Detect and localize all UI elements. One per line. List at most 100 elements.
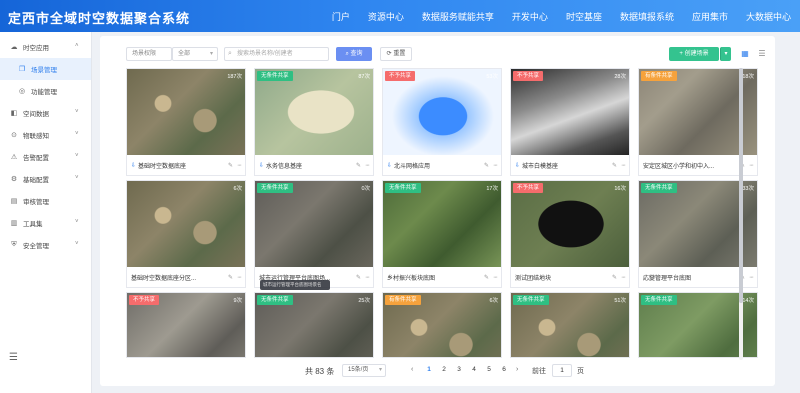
scrollbar-thumb[interactable] [739,68,743,303]
view-count: 6次 [233,186,242,192]
filter-select[interactable]: 全部 ▾ [172,47,218,61]
nav-item[interactable]: 门户 [323,10,359,23]
main-panel: 场景权限 全部 ▾ ⌕ 搜索场景名称/创建者 ⌕ 查询 ⟳ 重置 + 创建场景 … [100,36,775,386]
scene-card[interactable]: 无条件共享 25次 [254,292,374,358]
scene-card[interactable]: 无条件共享 17次 乡村振兴板块底图 ✎ ··· [382,180,502,288]
create-dropdown-button[interactable]: ▾ [720,47,731,61]
view-count: 28次 [614,74,626,80]
scene-card[interactable]: 不予共享 16次 测试团结地块 ✎ ··· [510,180,630,288]
nav-item[interactable]: 大数据中心 [737,10,800,23]
scene-card[interactable]: 无条件共享 51次 [510,292,630,358]
sidebar-item[interactable]: ▥ 工具集 ˅ [0,212,91,234]
scene-card[interactable]: 有条件共享 6次 [382,292,502,358]
edit-icon[interactable]: ✎ [227,274,234,281]
more-icon[interactable]: ··· [746,162,756,169]
scene-card[interactable]: 无条件共享 87次 ⇩ 水务信息基座 ✎ ··· [254,68,374,176]
sidebar-item[interactable]: ◎ 功能管理 [0,80,91,102]
scene-thumbnail [127,181,245,267]
more-icon[interactable]: ··· [618,162,628,169]
sidebar-item[interactable]: ◧ 空间数据 ˅ [0,102,91,124]
card-info: 乡村振兴板块底图 ✎ ··· [383,267,501,287]
toolbox-icon: ▥ [10,220,18,227]
page-size-select[interactable]: 15条/页 ▾ [342,364,386,377]
scrollbar[interactable] [739,68,743,360]
search-button-label: 查询 [350,51,363,57]
more-icon[interactable]: ··· [490,274,500,281]
view-count: 87次 [358,74,370,80]
next-page-icon[interactable]: › [516,366,518,373]
pin-icon: ⇩ [515,162,521,169]
pagination: 共 83 条 15条/页 ▾ ‹ 123456 › 前往 1 页 [100,362,775,380]
page-number[interactable]: 6 [499,366,509,373]
sidebar-item[interactable]: ⚙ 基础配置 ˅ [0,168,91,190]
view-count: 51次 [614,298,626,304]
collapse-menu-icon[interactable]: ☰ [9,353,21,363]
scene-name: 乡村振兴板块底图 [387,275,436,282]
sidebar-item[interactable]: ⛨ 安全管理 ˅ [0,234,91,256]
nav-item[interactable]: 开发中心 [503,10,557,23]
nav-item[interactable]: 数据填报系统 [611,10,683,23]
chevron-down-icon: ˅ [75,219,79,225]
share-badge: 不予共享 [513,71,544,81]
edit-icon[interactable]: ✎ [355,162,362,169]
chevron-down-icon: ˅ [75,175,79,181]
pin-icon: ⇩ [259,162,265,169]
card-info: ⇩ 城市白模基座 ✎ ··· [511,155,629,175]
top-header: 定西市全域时空数据聚合系统 门户 资源中心 数据服务赋能共享 开发中心 时空基座 数据填报… [0,0,800,32]
share-badge: 无条件共享 [257,295,293,305]
scene-card[interactable]: 不予共享 28次 ⇩ 城市白模基座 ✎ ··· [510,68,630,176]
scene-card[interactable]: 无条件共享 0次 城市运行管理平台底图场... ✎ ··· [254,180,374,288]
page-number[interactable]: 5 [484,366,494,373]
scene-card[interactable]: 不予共享 53次 ⇩ 北斗网格应用 ✎ ··· [382,68,502,176]
sidebar-item-label: 工具集 [23,221,43,228]
scene-card[interactable]: 187次 ⇩ 基础时空数据底座 ✎ ··· [126,68,246,176]
edit-icon[interactable]: ✎ [227,162,234,169]
page-number[interactable]: 3 [454,366,464,373]
page-number[interactable]: 2 [439,366,449,373]
page-number[interactable]: 4 [469,366,479,373]
sidebar-item[interactable]: ⚠ 告警配置 ˅ [0,146,91,168]
reset-button[interactable]: ⟳ 重置 [380,47,412,61]
scene-thumbnail [511,181,629,267]
sidebar-item[interactable]: ☁ 时空应用 ˄ [0,36,91,58]
scene-card[interactable]: 6次基础时空数据底座分区... ✎ ··· [126,180,246,288]
edit-icon[interactable]: ✎ [611,274,618,281]
prev-page-icon[interactable]: ‹ [411,366,413,373]
grid-view-icon[interactable]: ▦ [740,49,750,59]
list-view-icon[interactable]: ☰ [757,49,767,59]
shield-icon: ⛨ [11,241,17,248]
scene-thumbnail [383,69,501,155]
nav-item[interactable]: 应用集市 [683,10,737,23]
share-badge: 不予共享 [129,295,160,305]
more-icon[interactable]: ··· [618,274,628,281]
create-scene-button[interactable]: + 创建场景 [669,47,719,61]
goto-page-input[interactable]: 1 [552,364,572,377]
nav-item[interactable]: 数据服务赋能共享 [413,10,503,23]
sidebar-item[interactable]: ❐ 场景管理 [0,58,91,80]
more-icon[interactable]: ··· [746,274,756,281]
nav-item[interactable]: 时空基座 [557,10,611,23]
edit-icon[interactable]: ✎ [355,274,362,281]
more-icon[interactable]: ··· [490,162,500,169]
nav-item[interactable]: 资源中心 [359,10,413,23]
sidebar-item[interactable]: ▤ 审核管理 [0,190,91,212]
edit-icon[interactable]: ✎ [483,162,490,169]
edit-icon[interactable]: ✎ [611,162,618,169]
chevron-down-icon: ˅ [75,241,79,247]
more-icon[interactable]: ··· [362,162,372,169]
chevron-up-icon: ˄ [75,43,79,49]
page-number[interactable]: 1 [424,366,434,373]
scene-name: 测试团结地块 [515,275,552,282]
edit-icon[interactable]: ✎ [483,274,490,281]
scene-name: 基础时空数据底座分区... [131,275,197,282]
chevron-down-icon: ▾ [378,367,382,373]
search-input[interactable]: ⌕ 搜索场景名称/创建者 [224,47,329,61]
sidebar-item[interactable]: ⊙ 物联感知 ˅ [0,124,91,146]
share-badge: 无条件共享 [513,295,549,305]
more-icon[interactable]: ··· [362,274,372,281]
more-icon[interactable]: ··· [234,162,244,169]
scene-card[interactable]: 不予共享 9次 [126,292,246,358]
search-button[interactable]: ⌕ 查询 [336,47,372,61]
more-icon[interactable]: ··· [234,274,244,281]
share-badge: 有条件共享 [385,295,421,305]
